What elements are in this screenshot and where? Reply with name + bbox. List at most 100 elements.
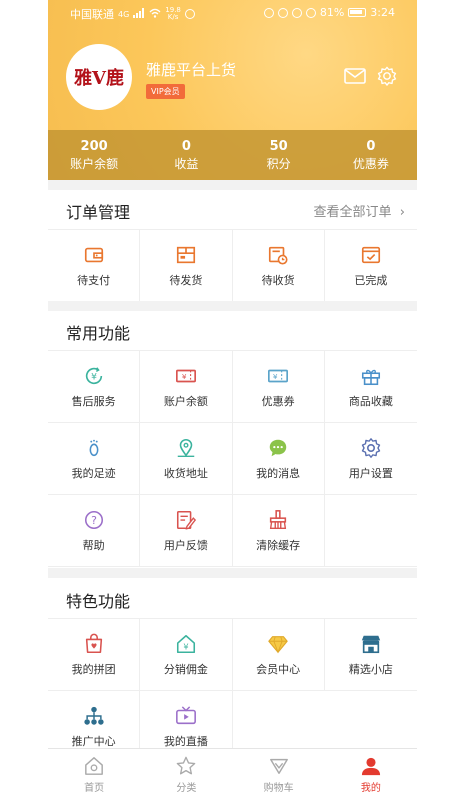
empty-cell — [324, 495, 417, 567]
delivery-clock-icon — [269, 246, 288, 265]
brand-logo: 雅V鹿 — [74, 68, 124, 89]
user-feedback[interactable]: 用户反馈 — [140, 495, 233, 567]
feature-label: 我的消息 — [256, 466, 301, 480]
group-bag-icon — [85, 633, 102, 653]
feature-label: 商品收藏 — [348, 394, 393, 408]
feature-label: 帮助 — [82, 538, 105, 552]
weibo-icon — [184, 9, 195, 19]
coupon-icon: ¥ — [268, 369, 289, 382]
help-icon: ? — [84, 510, 103, 529]
order-label: 已完成 — [354, 273, 388, 287]
settings-icon[interactable] — [376, 66, 398, 86]
feature-label: 账户余额 — [163, 394, 208, 408]
feature-label: 收货地址 — [163, 466, 208, 480]
distribution-commission[interactable]: ¥ 分销佣金 — [140, 619, 233, 691]
stat-coupons[interactable]: 0 优惠券 — [325, 130, 417, 180]
diamond-icon — [268, 635, 288, 654]
status-bar: 中国联通 4G 19.8 K/s 81% 3:24 — [48, 0, 417, 26]
orders-title: 订单管理 — [66, 203, 131, 222]
stats-bar: 200 账户余额 0 收益 50 积分 0 优惠券 — [48, 130, 417, 180]
feature-label: 优惠券 — [261, 394, 295, 408]
view-all-label: 查看全部订单 — [313, 205, 392, 220]
tab-cart[interactable]: 购物车 — [233, 749, 325, 800]
battery-percent: 81% — [319, 6, 345, 19]
headphone-icon — [291, 7, 302, 18]
carrier-label: 中国联通 — [70, 8, 114, 21]
shipping-address[interactable]: 收货地址 — [140, 423, 233, 495]
svg-text:?: ? — [91, 514, 97, 527]
common-title: 常用功能 — [66, 324, 131, 343]
tab-category[interactable]: 分类 — [140, 749, 232, 800]
svg-text:¥: ¥ — [183, 641, 188, 651]
account-balance[interactable]: ¥ 账户余额 — [140, 351, 233, 423]
stat-earnings[interactable]: 0 收益 — [140, 130, 232, 180]
after-sale-service[interactable]: ¥ 售后服务 — [48, 351, 141, 423]
net-speed-unit: K/s — [167, 13, 179, 21]
package-icon — [176, 246, 195, 263]
stat-label: 账户余额 — [70, 157, 119, 171]
favorites[interactable]: 商品收藏 — [324, 351, 417, 423]
signal-icon — [133, 7, 145, 21]
orders-grid: 待支付 待发货 待收货 已完成 — [48, 229, 417, 302]
tab-home[interactable]: 首页 — [48, 749, 140, 800]
network-label: 4G — [118, 9, 130, 19]
tv-icon — [175, 705, 196, 724]
clear-cache[interactable]: 清除缓存 — [232, 495, 325, 567]
network-icon — [84, 706, 104, 725]
order-pending-receipt[interactable]: 待收货 — [232, 230, 325, 302]
selected-shop[interactable]: 精选小店 — [324, 619, 417, 691]
alarm-icon — [277, 7, 288, 18]
view-all-orders-link[interactable]: 查看全部订单 › — [314, 201, 406, 220]
order-label: 待发货 — [169, 273, 203, 287]
order-completed[interactable]: 已完成 — [324, 230, 417, 302]
stat-label: 优惠券 — [352, 157, 389, 171]
profile-icon — [361, 757, 380, 775]
featured-grid: 我的拼团 ¥ 分销佣金 会员中心 精选小店 推广中心 我的直播 — [48, 618, 417, 763]
clock-time: 3:24 — [370, 6, 395, 19]
user-name: 雅鹿平台上货 — [146, 61, 237, 79]
feature-label: 分销佣金 — [163, 662, 208, 676]
avatar[interactable]: 雅V鹿 — [66, 44, 132, 110]
feature-label: 我的足迹 — [71, 466, 116, 480]
feature-label: 用户设置 — [348, 466, 393, 480]
mail-icon[interactable] — [344, 66, 366, 86]
feature-label: 推广中心 — [71, 734, 116, 748]
user-settings[interactable]: 用户设置 — [324, 423, 417, 495]
my-group-buy[interactable]: 我的拼团 — [48, 619, 141, 691]
shop-icon — [361, 635, 381, 653]
bottom-tab-bar: 首页 分类 购物车 我的 — [48, 748, 417, 800]
stat-label: 收益 — [174, 157, 199, 171]
footprints[interactable]: 我的足迹 — [48, 423, 141, 495]
my-messages[interactable]: 我的消息 — [232, 423, 325, 495]
order-label: 待收货 — [261, 273, 295, 287]
chat-bubble-icon — [269, 439, 287, 456]
svg-text:¥: ¥ — [273, 372, 278, 381]
map-pin-icon — [177, 438, 195, 457]
tab-mine[interactable]: 我的 — [325, 749, 417, 800]
after-sale-icon: ¥ — [85, 366, 102, 384]
help[interactable]: ? 帮助 — [48, 495, 141, 567]
order-pending-shipment[interactable]: 待发货 — [140, 230, 233, 302]
chevron-right-icon: › — [395, 205, 405, 220]
stat-value: 200 — [80, 139, 108, 154]
feature-label: 售后服务 — [71, 394, 116, 408]
commission-house-icon: ¥ — [176, 634, 195, 653]
feature-label: 清除缓存 — [256, 538, 301, 552]
feature-label: 我的拼团 — [71, 662, 116, 676]
stat-points[interactable]: 50 积分 — [233, 130, 325, 180]
balance-ticket-icon: ¥ — [175, 369, 196, 382]
profile-page: 中国联通 4G 19.8 K/s 81% 3:24 雅V鹿 雅鹿平台上货 VIP… — [48, 0, 417, 800]
section-divider — [48, 180, 417, 190]
feature-label: 精选小店 — [348, 662, 393, 676]
tab-label: 分类 — [176, 782, 197, 794]
member-center[interactable]: 会员中心 — [232, 619, 325, 691]
net-speed: 19.8 K/s — [165, 7, 181, 21]
footprint-icon — [89, 439, 99, 456]
order-pending-payment[interactable]: 待支付 — [48, 230, 141, 302]
broom-icon — [269, 509, 287, 529]
home-icon — [85, 756, 104, 775]
feedback-icon — [176, 510, 196, 530]
order-label: 待支付 — [77, 273, 111, 287]
stat-balance[interactable]: 200 账户余额 — [48, 130, 140, 180]
coupons[interactable]: ¥ 优惠券 — [232, 351, 325, 423]
